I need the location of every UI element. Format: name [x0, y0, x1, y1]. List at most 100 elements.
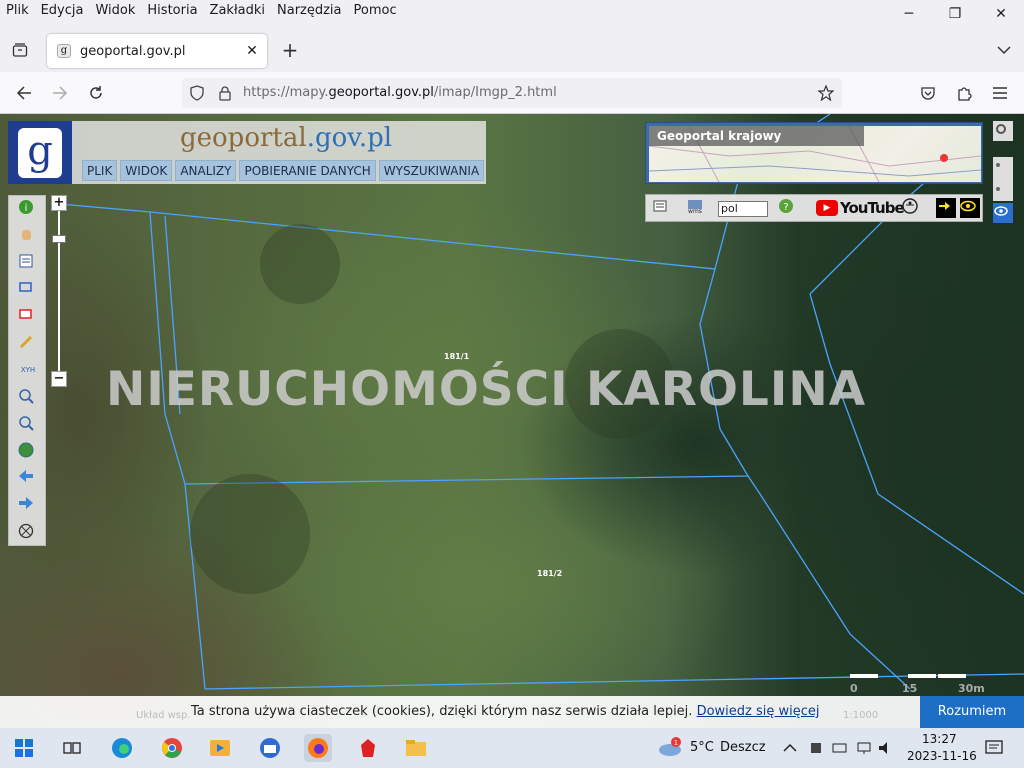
parcel-label-181-1: 181/1	[444, 352, 470, 361]
print-icon[interactable]	[652, 198, 672, 218]
youtube-label: YouTube	[840, 199, 905, 217]
svg-text:XYH: XYH	[21, 366, 35, 374]
hand-pan-icon[interactable]	[18, 226, 38, 246]
svg-text:wms: wms	[688, 208, 702, 214]
media-player-icon[interactable]	[206, 734, 234, 762]
map-toolbar: i XYH	[8, 195, 46, 546]
tab-overview-icon[interactable]	[9, 39, 31, 61]
globe-icon[interactable]	[18, 442, 38, 462]
next-view-arrow-icon[interactable]	[18, 496, 38, 516]
menu-btn-plik[interactable]: PLIK	[82, 160, 118, 181]
task-view-icon[interactable]	[58, 734, 86, 762]
cookie-more-link[interactable]: Dowiedz się więcej	[697, 704, 820, 719]
view-eye-icon[interactable]	[993, 203, 1013, 223]
file-explorer-icon[interactable]	[402, 734, 430, 762]
notifications-icon[interactable]	[980, 734, 1008, 762]
url-text[interactable]: https://mapy.geoportal.gov.pl/imap/Imgp_…	[243, 85, 557, 100]
thunderbird-icon[interactable]	[256, 734, 284, 762]
cookie-accept-button[interactable]: Rozumiem	[920, 696, 1024, 728]
menu-btn-wyszukiwania[interactable]: WYSZUKIWANIA	[378, 160, 485, 181]
layer-hint-text: Układ wsp.	[136, 710, 191, 721]
geoportal-logo[interactable]: g	[8, 121, 72, 184]
menu-zakladki[interactable]: Zakładki	[204, 0, 271, 22]
zoom-out-magnifier-icon[interactable]	[18, 415, 38, 435]
high-contrast-eye-icon[interactable]	[960, 198, 980, 218]
scale-segment	[938, 674, 966, 678]
new-tab-button[interactable]: +	[279, 38, 301, 62]
help-icon[interactable]: ?	[778, 198, 798, 218]
map-canvas[interactable]: 181/1 181/2 NIERUCHOMOŚCI KAROLINA g geo…	[0, 114, 1024, 728]
settings-gear-icon[interactable]	[993, 121, 1013, 141]
menu-btn-pobieranie-danych[interactable]: POBIERANIE DANYCH	[239, 160, 376, 181]
menu-pomoc[interactable]: Pomoc	[348, 0, 403, 22]
minimap-title: Geoportal krajowy	[649, 126, 864, 146]
back-arrow-icon[interactable]	[13, 82, 35, 104]
info-icon[interactable]: i	[18, 199, 38, 219]
shield-icon[interactable]	[186, 82, 208, 104]
menu-edycja[interactable]: Edycja	[35, 0, 90, 22]
minimize-button[interactable]: ─	[886, 0, 932, 28]
bookmark-star-icon[interactable]	[815, 82, 837, 104]
close-window-button[interactable]: ✕	[978, 0, 1024, 28]
game-app-icon[interactable]	[354, 734, 382, 762]
right-controls	[992, 119, 1016, 225]
chrome-browser-icon[interactable]	[158, 734, 186, 762]
menu-btn-widok[interactable]: WIDOK	[120, 160, 173, 181]
zoom-in-button[interactable]: +	[51, 195, 67, 211]
menu-plik[interactable]: Plik	[0, 0, 35, 22]
forward-arrow-icon[interactable]	[49, 82, 71, 104]
svg-text:i: i	[25, 203, 28, 214]
contrast-arrow-icon[interactable]	[936, 198, 956, 218]
tab-close-icon[interactable]: ✕	[241, 43, 263, 59]
legend-icon[interactable]	[18, 253, 38, 273]
clock-time[interactable]: 13:27	[922, 732, 957, 746]
select-area-icon[interactable]	[18, 280, 38, 300]
edge-browser-icon[interactable]	[108, 734, 136, 762]
windows-start-icon[interactable]	[10, 734, 38, 762]
lock-icon[interactable]	[214, 82, 236, 104]
battery-tray-icon[interactable]	[830, 734, 850, 762]
menu-narzedzia[interactable]: Narzędzia	[271, 0, 348, 22]
overview-minimap[interactable]: Geoportal krajowy	[645, 122, 983, 184]
language-select[interactable]: pol	[718, 201, 768, 217]
menu-widok[interactable]: Widok	[89, 0, 141, 22]
watermark-text: NIERUCHOMOŚCI KAROLINA	[106, 362, 867, 417]
menu-historia[interactable]: Historia	[141, 0, 203, 22]
scale-label-0: 0	[850, 682, 858, 695]
select-area-red-icon[interactable]	[18, 307, 38, 327]
list-tabs-chevron-down-icon[interactable]	[993, 39, 1015, 61]
layer-dots-icon[interactable]	[993, 157, 1013, 201]
weather-description: Deszcz	[720, 740, 766, 755]
weather-cloud-icon[interactable]: 1	[656, 734, 684, 762]
security-tray-icon[interactable]	[806, 734, 826, 762]
reload-icon[interactable]	[85, 82, 107, 104]
network-tray-icon[interactable]	[854, 734, 874, 762]
full-extent-icon[interactable]	[18, 523, 38, 543]
firefox-icon[interactable]	[304, 734, 332, 762]
parcel-label-181-2: 181/2	[537, 569, 563, 578]
restore-button[interactable]: ❐	[932, 0, 978, 28]
clock-date[interactable]: 2023-11-16	[907, 749, 977, 763]
zoom-in-magnifier-icon[interactable]	[18, 388, 38, 408]
pocket-icon[interactable]	[917, 82, 939, 104]
youtube-link[interactable]: ▶ YouTube	[816, 199, 905, 217]
pencil-icon[interactable]	[18, 334, 38, 354]
wms-icon[interactable]: wms	[686, 198, 706, 218]
address-bar[interactable]: https://mapy.geoportal.gov.pl/imap/Imgp_…	[182, 78, 842, 108]
scale-label-30m: 30m	[958, 682, 985, 695]
cookie-banner: Układ wsp. 1:1000 Ta strona używa ciaste…	[0, 696, 1024, 728]
zoom-slider[interactable]: + −	[51, 195, 67, 390]
zoom-out-button[interactable]: −	[51, 371, 67, 387]
geoportal-brand: geoportal.gov.pl	[180, 123, 393, 153]
extensions-puzzle-icon[interactable]	[953, 82, 975, 104]
previous-view-arrow-icon[interactable]	[18, 469, 38, 489]
navigation-bar: https://mapy.geoportal.gov.pl/imap/Imgp_…	[0, 72, 1024, 114]
accessibility-icon[interactable]	[902, 198, 922, 218]
zoom-handle[interactable]	[52, 235, 66, 243]
tray-chevron-up-icon[interactable]	[780, 734, 800, 762]
hamburger-menu-icon[interactable]	[989, 82, 1011, 104]
menu-btn-analizy[interactable]: ANALIZY	[175, 160, 237, 181]
tab-geoportal[interactable]: g geoportal.gov.pl ✕	[47, 34, 267, 68]
volume-speaker-icon[interactable]	[876, 734, 896, 762]
xyz-coordinates-icon[interactable]: XYH	[18, 361, 38, 381]
